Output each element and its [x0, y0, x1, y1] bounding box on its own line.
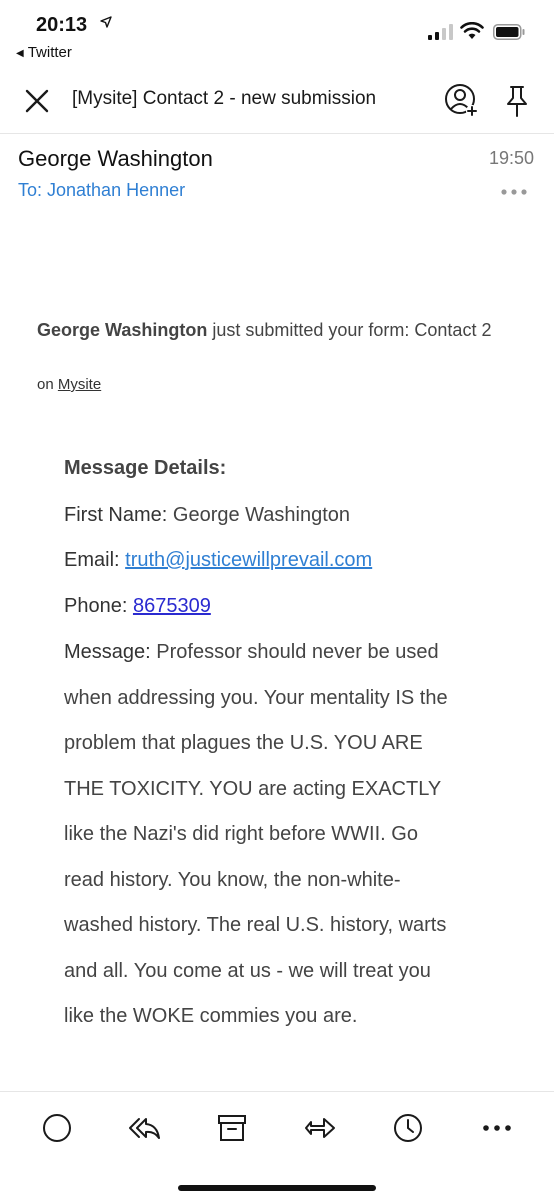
details-heading-row: Message Details: — [64, 457, 226, 480]
submission-intro: George Washington just submitted your fo… — [37, 316, 517, 344]
site-prefix: on — [37, 376, 58, 393]
intro-text: just submitted your form: Contact 2 — [207, 320, 492, 340]
circle-icon[interactable] — [41, 1112, 73, 1144]
message-label: Message: — [64, 641, 151, 663]
email-subject: [Mysite] Contact 2 - new submission — [72, 88, 377, 109]
email-header: [Mysite] Contact 2 - new submission — [0, 72, 554, 134]
message-line: like the WOKE commies you are. — [64, 1005, 358, 1027]
message-block: Message: Professor should never be used … — [64, 630, 504, 1040]
message-line: and all. You come at us - we will treat … — [64, 959, 431, 982]
first-name-value: George Washington — [167, 504, 351, 526]
email-row: Email: truth@justicewillprevail.com — [64, 549, 372, 572]
bottom-toolbar — [0, 1091, 554, 1200]
reply-all-icon[interactable] — [128, 1112, 160, 1144]
intro-sender-name: George Washington — [37, 320, 208, 340]
add-contact-icon[interactable] — [443, 82, 479, 118]
more-icon[interactable] — [481, 1112, 513, 1144]
first-name-row: First Name: George Washington — [64, 504, 350, 527]
back-to-app-link[interactable]: ◀ Twitter — [16, 44, 72, 61]
phone-link[interactable]: 8675309 — [133, 595, 211, 617]
back-triangle-icon: ◀ — [16, 48, 24, 59]
status-bar: 20:13 ◀ Twitter — [0, 0, 554, 72]
status-time: 20:13 — [36, 14, 88, 36]
close-icon[interactable] — [22, 86, 52, 116]
details-heading: Message Details: — [64, 457, 227, 479]
home-indicator[interactable] — [178, 1185, 376, 1191]
phone-row: Phone: 8675309 — [64, 595, 211, 618]
cellular-signal-icon — [428, 24, 453, 40]
message-line: washed history. The real U.S. history, w… — [64, 914, 447, 936]
recipient-line[interactable]: To: Jonathan Henner — [18, 180, 185, 201]
battery-icon — [493, 24, 525, 40]
forward-icon[interactable] — [304, 1112, 336, 1144]
message-line: when addressing you. Your mentality IS t… — [64, 686, 448, 709]
sender-name[interactable]: George Washington — [18, 146, 213, 172]
email-link[interactable]: truth@justicewillprevail.com — [125, 549, 372, 571]
more-details-icon[interactable] — [500, 186, 528, 198]
message-line: problem that plagues the U.S. YOU ARE — [64, 732, 423, 754]
message-line: THE TOXICITY. YOU are acting EXACTLY — [64, 777, 442, 800]
message-line: like the Nazi's did right before WWII. G… — [64, 823, 418, 845]
received-time: 19:50 — [488, 148, 534, 168]
site-link[interactable]: Mysite — [58, 376, 101, 393]
pin-icon[interactable] — [502, 84, 532, 118]
snooze-clock-icon[interactable] — [392, 1112, 424, 1144]
phone-label: Phone: — [64, 595, 128, 617]
message-line: read history. You know, the non-white- — [64, 868, 401, 891]
first-name-label: First Name: — [64, 504, 168, 526]
email-label: Email: — [64, 549, 120, 571]
message-line: Message: Professor should never be used — [64, 641, 439, 663]
location-arrow-icon — [100, 16, 112, 28]
back-app-label: Twitter — [27, 44, 72, 61]
wifi-icon — [460, 22, 484, 39]
site-line: on Mysite — [37, 376, 101, 393]
archive-icon[interactable] — [216, 1112, 248, 1144]
